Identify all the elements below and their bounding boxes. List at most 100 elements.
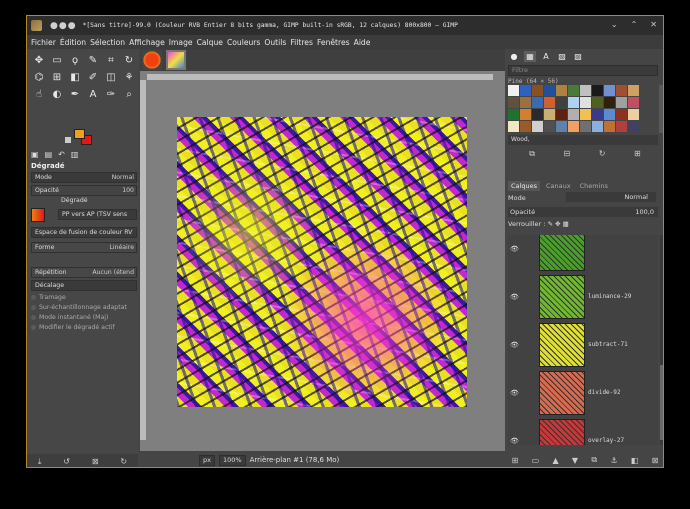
layer-opacity-slider[interactable]: Opacité 100,0 (508, 207, 658, 217)
layer-row[interactable]: 👁 luminance-29 (508, 273, 658, 321)
layers-scrollbar[interactable] (660, 235, 663, 445)
shape-select[interactable]: Forme Linéaire (31, 242, 137, 253)
menu-couleurs[interactable]: Couleurs (227, 38, 260, 47)
gradient-preview[interactable] (31, 208, 45, 222)
warp-icon[interactable]: ⌬ (31, 70, 47, 85)
pattern-swatch[interactable] (508, 97, 519, 108)
pattern-swatch[interactable] (580, 109, 591, 120)
window-dots-icon[interactable]: ●●● (50, 21, 77, 31)
clone-icon[interactable]: ⚘ (121, 70, 137, 85)
pattern-swatch[interactable] (592, 109, 603, 120)
pattern-swatch[interactable] (520, 109, 531, 120)
duplicate-layer-icon[interactable]: ⧉ (591, 455, 597, 465)
device-status-tab-icon[interactable]: ▤ (45, 150, 53, 160)
undo-history-tab-icon[interactable]: ↶ (58, 150, 65, 160)
palettes-tab-icon[interactable]: ▨ (572, 51, 584, 62)
delete-layer-icon[interactable]: ⊠ (652, 456, 659, 465)
layer-row[interactable]: 👁 overlay-27 (508, 417, 658, 445)
pattern-swatch[interactable] (568, 97, 579, 108)
rect-select-icon[interactable]: ▭ (49, 53, 65, 68)
pattern-swatch[interactable] (592, 97, 603, 108)
layer-name[interactable]: subtract-71 (588, 341, 628, 348)
menu-filtres[interactable]: Filtres (290, 38, 313, 47)
text-icon[interactable]: A (85, 87, 101, 102)
zoom-select[interactable]: 100% (218, 454, 246, 466)
brushes-tab-icon[interactable]: ● (508, 51, 520, 62)
menu-fenetres[interactable]: Fenêtres (317, 38, 350, 47)
images-tab-icon[interactable]: ▥ (71, 150, 79, 160)
pattern-swatch[interactable] (556, 97, 567, 108)
image-tab-thumbnail-active[interactable] (166, 50, 186, 70)
pattern-swatch[interactable] (616, 85, 627, 96)
delete-options-icon[interactable]: ⊠ (92, 457, 99, 466)
menu-calque[interactable]: Calque (197, 38, 223, 47)
pattern-swatch[interactable] (580, 97, 591, 108)
layer-name[interactable]: luminance-29 (588, 293, 631, 300)
pattern-swatch[interactable] (592, 85, 603, 96)
pattern-swatch[interactable] (604, 109, 615, 120)
layer-row[interactable]: 👁 divide-92 (508, 369, 658, 417)
foreground-color-swatch[interactable] (74, 129, 85, 139)
move-icon[interactable]: ✥ (31, 53, 47, 68)
adaptive-supersampling-checkbox[interactable]: Sur-échantillonnage adaptat (31, 304, 127, 311)
paintbrush-icon[interactable]: ✐ (85, 70, 101, 85)
pattern-swatch[interactable] (604, 85, 615, 96)
tab-canaux[interactable]: Canaux (543, 181, 574, 191)
lasso-icon[interactable]: ϙ (67, 53, 83, 68)
pattern-swatch[interactable] (532, 109, 543, 120)
color-picker-icon[interactable]: ✑ (103, 87, 119, 102)
pattern-swatch[interactable] (604, 121, 615, 132)
pattern-swatch[interactable] (568, 121, 579, 132)
mask-layer-icon[interactable]: ◧ (631, 456, 639, 465)
patterns-tab-icon[interactable]: ▦ (524, 51, 536, 62)
fuzzy-select-icon[interactable]: ✎ (85, 53, 101, 68)
pattern-swatch[interactable] (556, 109, 567, 120)
pattern-swatch[interactable] (508, 109, 519, 120)
dithering-checkbox[interactable]: Tramage (31, 294, 66, 301)
menu-outils[interactable]: Outils (264, 38, 286, 47)
fonts-tab-icon[interactable]: A (540, 51, 552, 62)
path-icon[interactable]: ✒ (67, 87, 83, 102)
dodge-icon[interactable]: ◐ (49, 87, 65, 102)
menu-fichier[interactable]: Fichier (31, 38, 56, 47)
save-options-icon[interactable]: ⤓ (38, 457, 42, 467)
pattern-swatch[interactable] (532, 85, 543, 96)
layer-visibility-icon[interactable]: 👁 (510, 245, 519, 253)
layer-row[interactable]: 👁 (508, 235, 658, 273)
zoom-icon[interactable]: ⌕ (121, 87, 137, 102)
pattern-swatch[interactable] (532, 121, 543, 132)
minimize-icon[interactable]: ⌄ (611, 20, 618, 29)
opacity-slider[interactable]: Opacité 100 (31, 185, 137, 196)
pattern-swatch[interactable] (544, 121, 555, 132)
vertical-ruler[interactable] (140, 80, 146, 440)
layer-mode-select[interactable]: Normal (566, 192, 656, 202)
pattern-swatch[interactable] (520, 97, 531, 108)
pattern-swatch[interactable] (616, 97, 627, 108)
new-layer-icon[interactable]: ⊞ (512, 456, 519, 465)
layer-name[interactable]: divide-92 (588, 389, 621, 396)
pattern-swatch[interactable] (568, 109, 579, 120)
layer-row[interactable]: 👁 subtract-71 (508, 321, 658, 369)
pattern-swatch[interactable] (580, 121, 591, 132)
pattern-swatch[interactable] (508, 121, 519, 132)
maximize-icon[interactable]: ⌃ (631, 20, 638, 29)
layer-visibility-icon[interactable]: 👁 (510, 389, 519, 397)
gradient-select[interactable]: PP vers AP (TSV sens (58, 209, 137, 220)
pattern-swatch[interactable] (628, 121, 639, 132)
pattern-swatch[interactable] (508, 85, 519, 96)
pattern-swatch[interactable] (556, 85, 567, 96)
pattern-swatch[interactable] (604, 97, 615, 108)
crop-icon[interactable]: ⌗ (103, 53, 119, 68)
fg-bg-colors[interactable] (65, 129, 94, 147)
layer-visibility-icon[interactable]: 👁 (510, 341, 519, 349)
pattern-swatch[interactable] (520, 121, 531, 132)
new-group-icon[interactable]: ▭ (532, 456, 540, 465)
anchor-layer-icon[interactable]: ⚓ (610, 456, 617, 465)
layers-scrollbar-knob[interactable] (660, 365, 663, 440)
eraser-icon[interactable]: ◫ (103, 70, 119, 85)
tool-options-tab-icon[interactable]: ▣ (31, 150, 39, 160)
pattern-swatch[interactable] (556, 121, 567, 132)
pattern-swatch[interactable] (544, 97, 555, 108)
pattern-swatch[interactable] (580, 85, 591, 96)
restore-options-icon[interactable]: ↺ (63, 457, 70, 466)
